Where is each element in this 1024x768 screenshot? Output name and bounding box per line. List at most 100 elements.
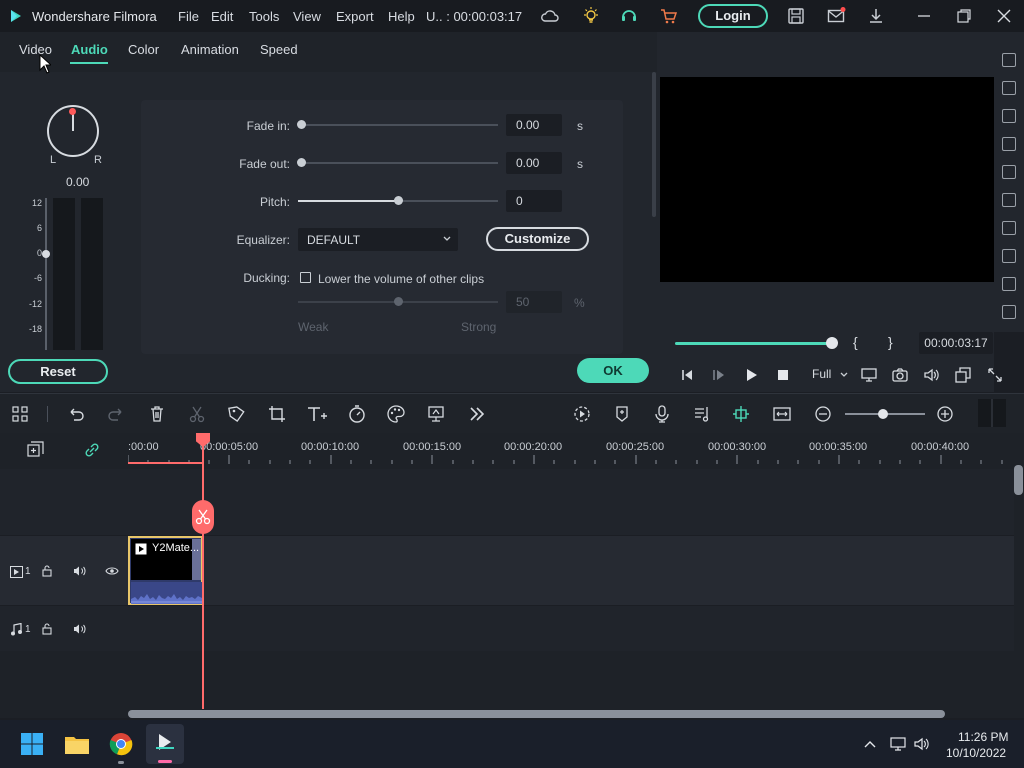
reset-button[interactable]: Reset: [8, 359, 108, 384]
cloud-icon[interactable]: [540, 6, 560, 26]
undo-icon[interactable]: [66, 404, 86, 424]
layout-icon[interactable]: [10, 404, 30, 424]
marker-icon[interactable]: [612, 404, 632, 424]
render-preview-icon[interactable]: [572, 404, 592, 424]
strip-square[interactable]: [1002, 165, 1016, 179]
login-button[interactable]: Login: [698, 4, 768, 28]
strip-square[interactable]: [1002, 249, 1016, 263]
delete-icon[interactable]: [147, 404, 167, 424]
speaker-icon[interactable]: [73, 623, 86, 635]
chrome-icon[interactable]: [109, 732, 133, 756]
lock-icon[interactable]: [41, 623, 53, 635]
fade-in-slider-knob[interactable]: [297, 120, 306, 129]
menu-tools[interactable]: Tools: [249, 9, 279, 24]
eye-icon[interactable]: [105, 566, 119, 576]
volume-slider-track[interactable]: [45, 198, 47, 350]
timeline-horizontal-scrollbar[interactable]: [128, 710, 945, 718]
fade-out-slider-knob[interactable]: [297, 158, 306, 167]
pitch-input[interactable]: 0: [506, 190, 562, 212]
preview-progress-track[interactable]: [675, 342, 833, 345]
menu-view[interactable]: View: [293, 9, 321, 24]
menu-help[interactable]: Help: [388, 9, 415, 24]
tag-icon[interactable]: [227, 404, 247, 424]
restore-icon[interactable]: [954, 6, 974, 26]
mark-in-button[interactable]: {: [853, 334, 858, 350]
preview-progress-knob[interactable]: [826, 337, 838, 349]
close-icon[interactable]: [994, 6, 1014, 26]
monitor-icon[interactable]: [860, 366, 878, 384]
headset-icon[interactable]: [619, 6, 639, 26]
pan-knob[interactable]: [47, 105, 99, 157]
link-icon[interactable]: [83, 441, 101, 459]
zoom-slider-knob[interactable]: [878, 409, 888, 419]
video-clip[interactable]: Y2Mate...: [128, 536, 203, 605]
volume-icon[interactable]: [922, 366, 940, 384]
stop-icon[interactable]: [775, 367, 791, 383]
tab-animation[interactable]: Animation: [181, 42, 239, 57]
panel-scrollbar[interactable]: [652, 72, 656, 217]
pip-icon[interactable]: [954, 366, 972, 384]
strip-square[interactable]: [1002, 305, 1016, 319]
strip-square[interactable]: [1002, 109, 1016, 123]
menu-file[interactable]: File: [178, 9, 199, 24]
tab-color[interactable]: Color: [128, 42, 159, 57]
snapshot-icon[interactable]: [891, 366, 909, 384]
speed-icon[interactable]: [347, 404, 367, 424]
fullscreen-icon[interactable]: [986, 366, 1004, 384]
fade-out-input[interactable]: 0.00: [506, 152, 562, 174]
network-icon[interactable]: [889, 735, 907, 753]
speaker-icon[interactable]: [73, 565, 86, 577]
panel-toggle[interactable]: [978, 399, 1006, 427]
snap-icon[interactable]: [731, 404, 751, 424]
strip-square[interactable]: [1002, 221, 1016, 235]
strip-square[interactable]: [1002, 81, 1016, 95]
volume-slider-knob[interactable]: [42, 250, 50, 258]
lock-icon[interactable]: [41, 565, 53, 577]
cut-icon[interactable]: [187, 404, 207, 424]
strip-square[interactable]: [1002, 277, 1016, 291]
cart-icon[interactable]: [659, 6, 679, 26]
fade-in-input[interactable]: 0.00: [506, 114, 562, 136]
menu-export[interactable]: Export: [336, 9, 374, 24]
strip-square[interactable]: [1002, 137, 1016, 151]
text-icon[interactable]: [306, 404, 327, 424]
microphone-icon[interactable]: [652, 404, 672, 424]
clock-date[interactable]: 10/10/2022: [946, 746, 1006, 760]
tab-audio[interactable]: Audio: [71, 42, 108, 57]
crop-icon[interactable]: [267, 404, 287, 424]
filmora-taskbar-button[interactable]: [146, 724, 184, 764]
fade-out-slider-track[interactable]: [300, 162, 498, 164]
zoom-in-icon[interactable]: [935, 404, 955, 424]
color-palette-icon[interactable]: [386, 404, 406, 424]
menu-edit[interactable]: Edit: [211, 9, 233, 24]
minimize-icon[interactable]: [914, 6, 934, 26]
file-explorer-icon[interactable]: [64, 732, 90, 756]
playhead-line[interactable]: [202, 441, 204, 709]
strip-square[interactable]: [1002, 193, 1016, 207]
mark-out-button[interactable]: }: [888, 334, 893, 350]
clock-time[interactable]: 11:26 PM: [958, 730, 1008, 744]
timeline-vertical-scrollbar[interactable]: [1014, 463, 1024, 713]
save-icon[interactable]: [786, 6, 806, 26]
ok-button[interactable]: OK: [577, 358, 649, 383]
tab-speed[interactable]: Speed: [260, 42, 298, 57]
play-icon[interactable]: [743, 367, 759, 383]
equalizer-select[interactable]: DEFAULT: [298, 228, 458, 251]
more-tools-icon[interactable]: [467, 404, 487, 424]
fade-in-slider-track[interactable]: [300, 124, 498, 126]
next-frame-icon[interactable]: [711, 367, 727, 383]
fit-timeline-icon[interactable]: [772, 404, 792, 424]
prev-frame-icon[interactable]: [679, 367, 695, 383]
mail-icon[interactable]: [826, 6, 846, 26]
add-track-icon[interactable]: [26, 441, 44, 459]
download-icon[interactable]: [866, 6, 886, 26]
zoom-out-icon[interactable]: [813, 404, 833, 424]
redo-icon[interactable]: [106, 404, 126, 424]
ducking-checkbox[interactable]: [300, 272, 311, 283]
speaker-icon[interactable]: [913, 735, 931, 753]
quality-select[interactable]: Full: [812, 367, 849, 381]
strip-square[interactable]: [1002, 53, 1016, 67]
playhead-split-button[interactable]: [192, 500, 214, 534]
chevron-up-icon[interactable]: [862, 736, 878, 752]
customize-button[interactable]: Customize: [486, 227, 589, 251]
